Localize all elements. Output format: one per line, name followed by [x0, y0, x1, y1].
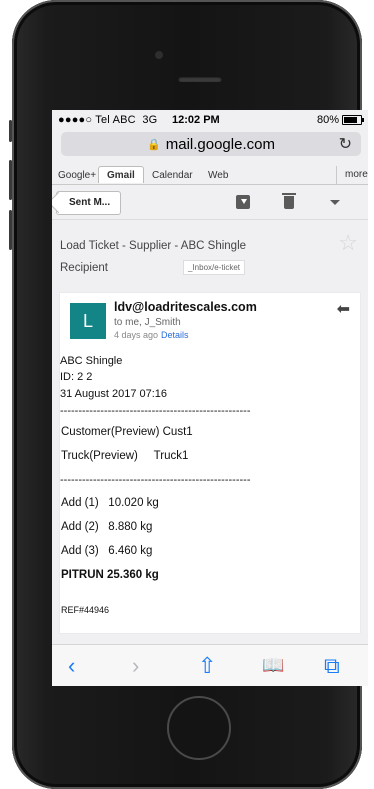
phone-frame: ●●●●○ Tel ABC 3G 12:02 PM 80% 🔒 mail.goo… — [9, 0, 368, 789]
share-icon[interactable]: ⇧ — [198, 653, 216, 679]
body-id: ID: 2 2 — [60, 371, 93, 383]
phone-screen: ●●●●○ Tel ABC 3G 12:02 PM 80% 🔒 mail.goo… — [52, 110, 368, 686]
tabs-icon[interactable]: ⧉ — [324, 653, 340, 679]
mail-toolbar: Sent M... — [52, 185, 368, 220]
browser-toolbar: ‹ › ⇧ 📖 ⧉ — [52, 644, 368, 686]
tab-googleplus[interactable]: Google+ — [58, 170, 96, 181]
inbox-label-badge[interactable]: _Inbox/e-ticket — [183, 260, 246, 275]
chevron-down-icon[interactable] — [330, 200, 340, 210]
trash-icon[interactable] — [282, 193, 296, 209]
reply-icon[interactable]: ⬅ — [337, 299, 350, 319]
date-line: 4 days ago Details — [114, 330, 189, 340]
total-line: PITRUN 25.360 kg — [61, 569, 159, 581]
add-line-1: Add (1) 10.020 kg — [61, 497, 159, 509]
avatar: L — [70, 303, 106, 339]
sender-address: ldv@loadritescales.com — [114, 300, 257, 314]
battery-status: 80% — [316, 114, 364, 126]
body-company: ABC Shingle — [60, 355, 123, 367]
add-line-2: Add (2) 8.880 kg — [61, 521, 153, 533]
star-icon[interactable]: ☆ — [338, 230, 358, 256]
body-divider: ----------------------------------------… — [60, 474, 251, 486]
front-camera — [155, 51, 163, 59]
lock-icon: 🔒 — [147, 138, 161, 151]
clock: 12:02 PM — [172, 114, 220, 126]
battery-icon — [342, 115, 364, 125]
recipient-label: Recipient — [60, 262, 108, 274]
bookmarks-icon[interactable]: 📖 — [262, 655, 284, 676]
truck-value: Truck1 — [153, 450, 189, 462]
back-icon[interactable]: ‹ — [68, 653, 75, 679]
home-button[interactable] — [167, 696, 231, 760]
earpiece-speaker — [178, 76, 222, 82]
archive-icon[interactable] — [236, 195, 250, 209]
tab-gmail[interactable]: Gmail — [98, 166, 144, 183]
truck-line: Truck(Preview) Truck1 — [61, 450, 188, 462]
volume-up-button — [9, 160, 12, 200]
battery-percent: 80% — [316, 114, 339, 126]
sent-date: 4 days ago — [114, 330, 159, 340]
reload-icon[interactable]: ↻ — [339, 134, 352, 154]
tab-web[interactable]: Web — [208, 170, 228, 181]
truck-label: Truck(Preview) — [61, 450, 138, 462]
status-bar: ●●●●○ Tel ABC 3G 12:02 PM 80% — [52, 110, 368, 128]
tab-calendar[interactable]: Calendar — [152, 170, 193, 181]
carrier-label: ●●●●○ Tel ABC 3G — [58, 114, 158, 126]
address-bar[interactable]: 🔒 mail.google.com ↻ — [61, 132, 361, 156]
forward-icon[interactable]: › — [132, 653, 139, 679]
subject-header: Load Ticket - Supplier - ABC Shingle ☆ R… — [52, 220, 368, 278]
body-datetime: 31 August 2017 07:16 — [60, 388, 168, 400]
url-text: mail.google.com — [165, 135, 275, 153]
google-apps-bar: Google+ Gmail Calendar Web more — [52, 166, 368, 185]
customer-label: Customer(Preview) — [61, 426, 160, 438]
details-link[interactable]: Details — [161, 330, 189, 340]
tab-more[interactable]: more — [336, 166, 368, 184]
customer-line: Customer(Preview) Cust1 — [61, 426, 193, 438]
customer-value: Cust1 — [162, 426, 193, 438]
mute-switch — [9, 120, 12, 142]
back-to-sent-button[interactable]: Sent M... — [56, 191, 122, 215]
reference-line: REF#44946 — [61, 605, 110, 615]
recipients-line: to me, J_Smith — [114, 317, 181, 328]
body-divider: ----------------------------------------… — [60, 405, 251, 417]
message-card: L ldv@loadritescales.com to me, J_Smith … — [60, 293, 360, 633]
add-line-3: Add (3) 6.460 kg — [61, 545, 153, 557]
volume-down-button — [9, 210, 12, 250]
email-subject: Load Ticket - Supplier - ABC Shingle — [60, 240, 247, 252]
network-label: 3G — [142, 114, 158, 126]
